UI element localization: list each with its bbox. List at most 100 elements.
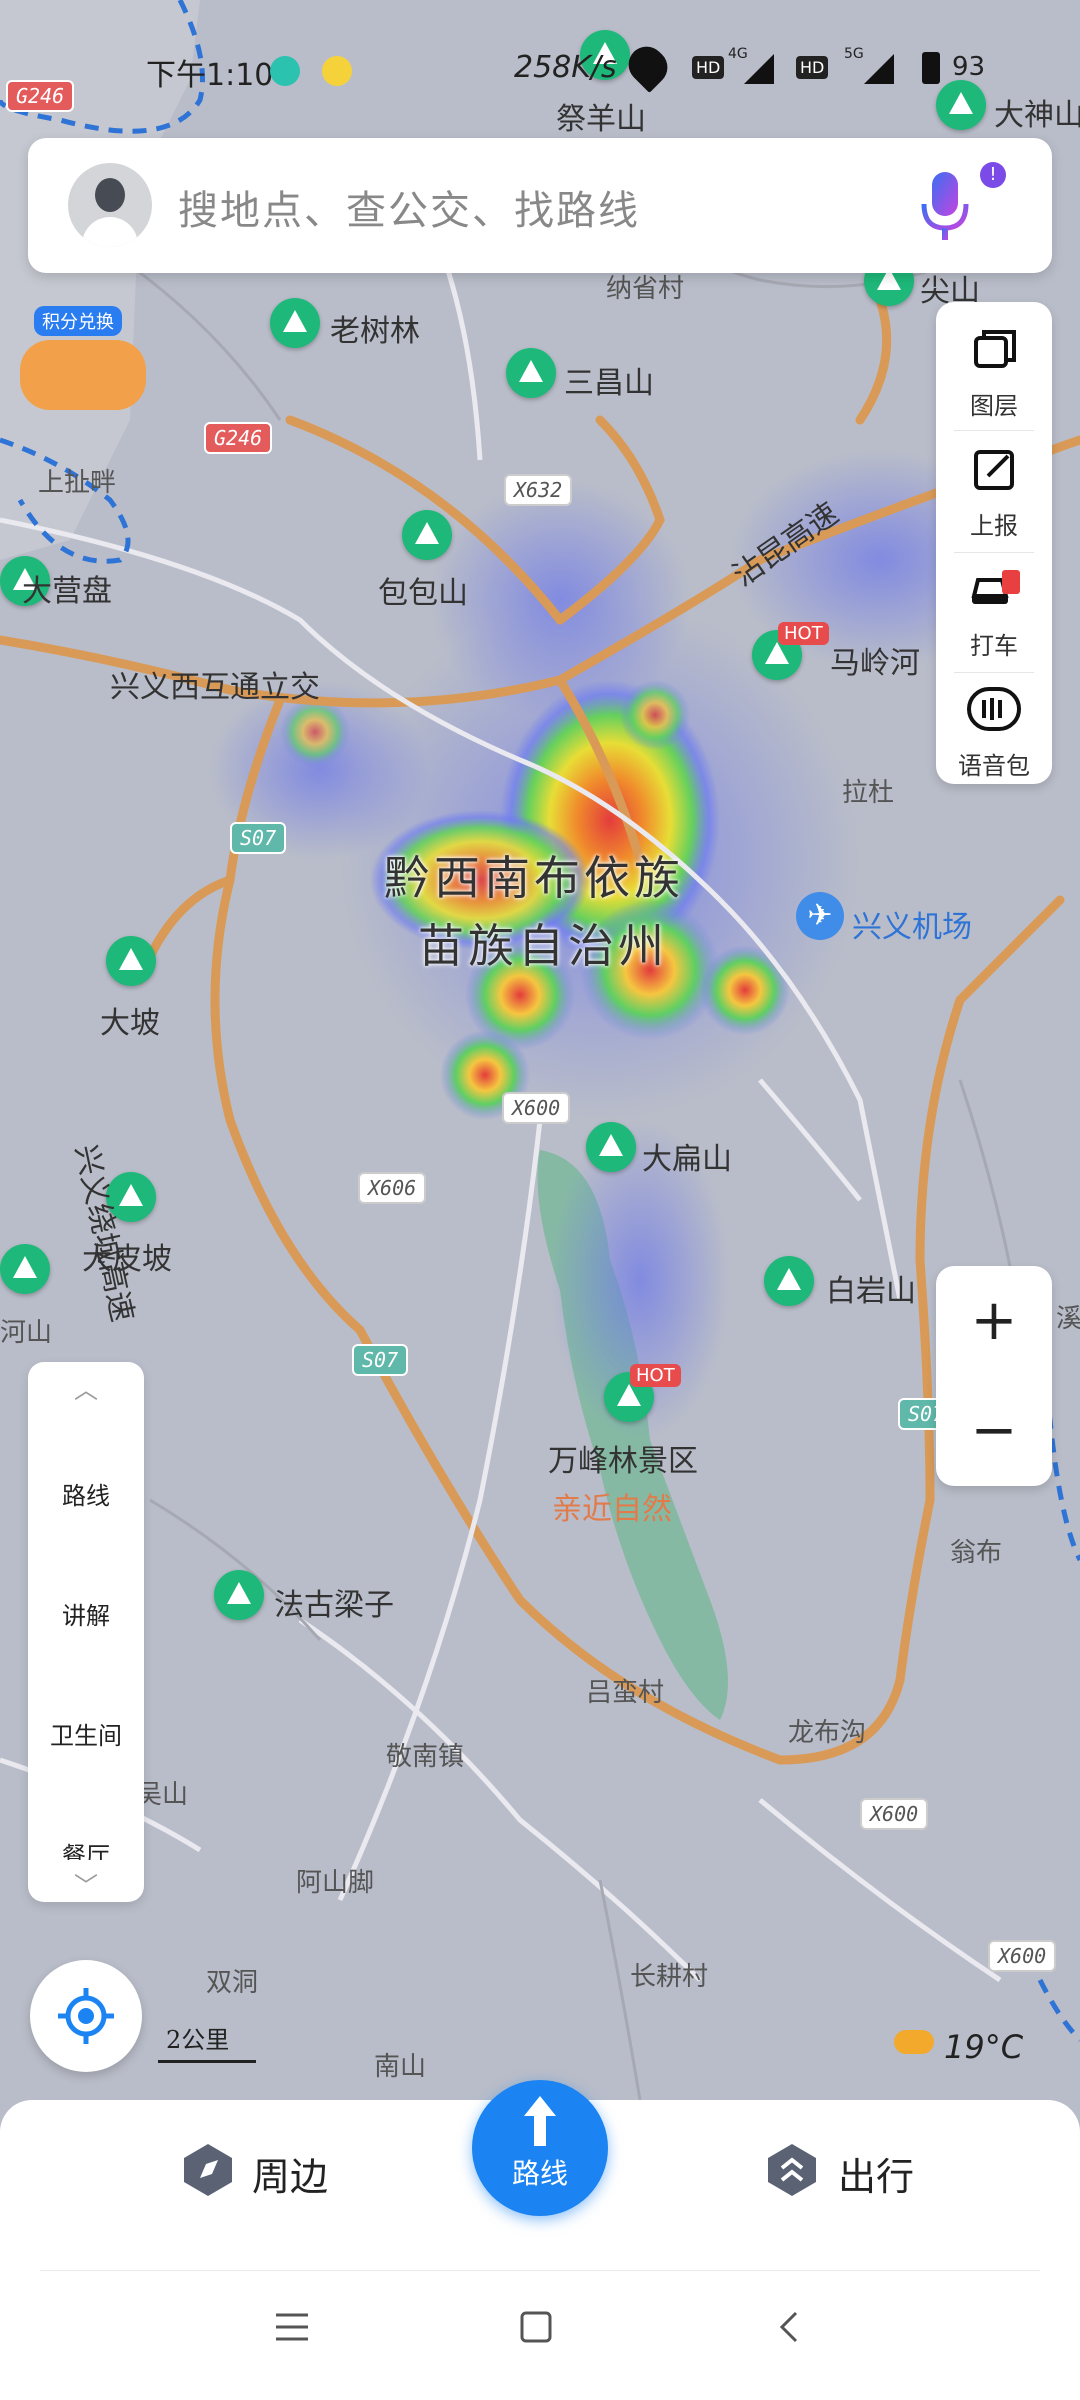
place-label: 长耕村 xyxy=(630,1962,709,1992)
travel-icon xyxy=(768,2144,816,2196)
layers-icon xyxy=(974,330,1016,368)
road-shield: X606 xyxy=(358,1172,427,1204)
poi-mountain-icon[interactable] xyxy=(586,1122,636,1172)
signal-icon xyxy=(744,54,774,84)
route-label: 路线 xyxy=(511,2157,568,2190)
poi-mountain-icon[interactable] xyxy=(0,1244,50,1294)
points-exchange-promo[interactable]: 积分兑换 xyxy=(20,300,146,416)
hd-badge: HD xyxy=(692,56,725,79)
taxi-icon xyxy=(971,570,1020,604)
hot-tag: HOT xyxy=(630,1364,681,1387)
place-label: 兴义西互通立交 xyxy=(110,670,320,705)
taxi-button[interactable]: 打车 xyxy=(936,556,1052,666)
divider xyxy=(954,430,1034,431)
poi-mountain-icon[interactable] xyxy=(764,1256,814,1306)
divider xyxy=(40,2270,1040,2271)
eye-app-icon xyxy=(322,56,352,86)
poi-mountain-icon[interactable] xyxy=(270,298,320,348)
road-shield: X600 xyxy=(502,1092,571,1124)
place-label: 老树林 xyxy=(330,314,420,349)
place-label: 双洞 xyxy=(206,1968,259,1998)
travel-label[interactable]: 出行 xyxy=(838,2146,914,2201)
road-shield: S07 xyxy=(352,1344,409,1376)
place-label: 河山 xyxy=(0,1318,53,1348)
airport-icon[interactable]: ✈ xyxy=(796,892,844,940)
poi-mountain-icon[interactable] xyxy=(106,936,156,986)
place-label: 翁布 xyxy=(950,1538,1003,1568)
voice-badge: ! xyxy=(980,162,1006,188)
place-label: 龙布沟 xyxy=(788,1718,867,1748)
microphone-icon[interactable] xyxy=(918,168,972,248)
voice-pack-icon xyxy=(967,687,1021,731)
shortcut-guide[interactable]: 讲解 xyxy=(28,1596,144,1631)
zoom-in-button[interactable]: + xyxy=(936,1266,1052,1376)
place-label: 法古梁子 xyxy=(274,1588,394,1623)
place-label: 白岩山 xyxy=(826,1274,916,1309)
search-input[interactable]: 搜地点、查公交、找路线 xyxy=(178,178,640,236)
locate-icon xyxy=(58,1988,114,2044)
region-label: 苗族自治州 xyxy=(418,919,668,973)
promo-label: 积分兑换 xyxy=(34,306,122,336)
hot-tag: HOT xyxy=(778,622,829,645)
scale-label: 2公里 xyxy=(166,2026,230,2054)
voice-pack-button[interactable]: 语音包 xyxy=(936,676,1052,786)
place-label: 马岭河 xyxy=(830,646,920,681)
route-arrow-icon xyxy=(524,2096,556,2146)
status-bar: 下午1:10 258K/s HD 4G HD 5G 93 xyxy=(0,39,1080,100)
place-label: 大扁山 xyxy=(642,1142,732,1177)
back-key-icon[interactable] xyxy=(774,2310,804,2348)
place-label: 祭羊山 xyxy=(556,102,646,137)
shortcut-restroom[interactable]: 卫生间 xyxy=(28,1716,144,1751)
place-label: 溪 xyxy=(1056,1304,1080,1334)
hd-badge: HD xyxy=(796,56,829,79)
battery-icon xyxy=(922,52,940,84)
road-shield: S07 xyxy=(230,822,287,854)
travel-tab[interactable] xyxy=(764,2142,820,2198)
poi-mountain-icon[interactable] xyxy=(402,510,452,560)
avatar[interactable] xyxy=(68,163,152,247)
shortcut-restaurant[interactable]: 餐厅 xyxy=(28,1836,144,1860)
menu-key-icon[interactable] xyxy=(272,2310,312,2348)
place-label: 敬南镇 xyxy=(386,1742,465,1772)
road-shield: X600 xyxy=(988,1940,1057,1972)
search-bar[interactable]: 搜地点、查公交、找路线 ! xyxy=(28,138,1052,273)
zoom-out-button[interactable]: − xyxy=(936,1376,1052,1486)
home-key-icon[interactable] xyxy=(518,2310,554,2348)
compass-icon xyxy=(184,2144,232,2196)
locate-me-button[interactable] xyxy=(30,1960,142,2072)
place-label-scenic: 万峰林景区 xyxy=(548,1444,698,1479)
place-label-airport: 兴义机场 xyxy=(852,910,972,945)
network-type: 5G xyxy=(844,46,864,62)
route-button[interactable]: 路线 xyxy=(472,2080,608,2216)
place-label: 南山 xyxy=(374,2052,427,2082)
place-label: 包包山 xyxy=(378,576,468,611)
road-shield: X632 xyxy=(504,474,573,506)
scroll-up-icon[interactable]: ︿ xyxy=(28,1370,144,1405)
layers-label: 图层 xyxy=(970,392,1018,420)
taxi-label: 打车 xyxy=(970,632,1018,660)
place-label: 上扯畔 xyxy=(38,468,117,498)
navigation-app-icon xyxy=(270,56,300,86)
place-tagline: 亲近自然 xyxy=(552,1492,672,1527)
poi-mountain-icon[interactable] xyxy=(506,348,556,398)
place-label: 纳省村 xyxy=(606,274,685,304)
nearby-tab[interactable] xyxy=(180,2142,236,2198)
region-label: 黔西南布依族 xyxy=(384,851,684,905)
place-label: 拉杜 xyxy=(842,778,895,808)
poi-mountain-icon[interactable] xyxy=(214,1570,264,1620)
scale-bar xyxy=(158,2060,256,2063)
report-button[interactable]: 上报 xyxy=(936,436,1052,546)
scroll-down-icon[interactable]: ﹀ xyxy=(28,1866,144,1901)
layers-button[interactable]: 图层 xyxy=(936,316,1052,426)
map-canvas[interactable]: HOT HOT ✈ G246 G246 X632 S07 X600 X606 S… xyxy=(0,0,1080,2101)
report-icon xyxy=(974,450,1014,490)
voice-pack-label: 语音包 xyxy=(958,752,1030,780)
place-label: 三昌山 xyxy=(564,366,654,401)
nearby-label[interactable]: 周边 xyxy=(252,2146,328,2201)
shortcut-route[interactable]: 路线 xyxy=(28,1476,144,1511)
scenic-shortcut-panel[interactable]: ︿ 路线 讲解 卫生间 餐厅 ﹀ xyxy=(28,1362,144,1902)
battery-level: 93 xyxy=(952,52,986,82)
network-speed: 258K/s xyxy=(514,50,617,85)
weather-icon xyxy=(894,2030,934,2054)
car-promo-icon xyxy=(20,340,146,410)
